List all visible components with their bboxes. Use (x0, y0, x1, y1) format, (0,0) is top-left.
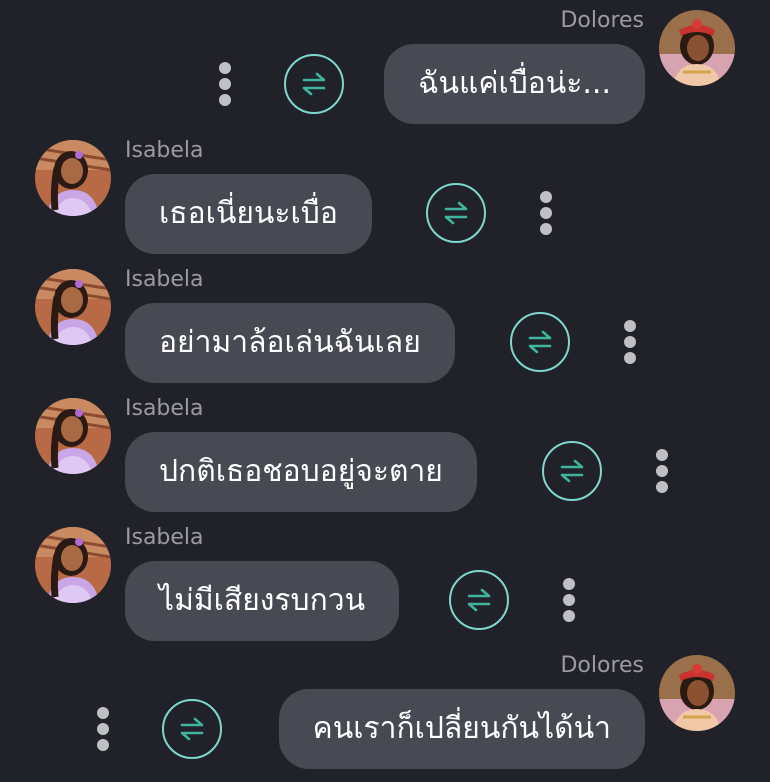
isabela-avatar-icon[interactable] (35, 269, 111, 345)
message-bubble[interactable]: ปกติเธอชอบอยู่จะตาย (125, 432, 477, 512)
sender-name: Isabela (125, 525, 204, 550)
message-bubble[interactable]: คนเราก็เปลี่ยนกันได้น่า (278, 689, 645, 769)
isabela-avatar-icon[interactable] (35, 140, 111, 216)
message-bubble[interactable]: ฉันแค่เบื่อน่ะ... (384, 44, 645, 124)
chat-message: Isabela ปกติเธอชอบอยู่จะตาย (0, 396, 770, 516)
sender-name: Dolores (560, 8, 644, 33)
chat-message: Isabela ไม่มีเสียงรบกวน (0, 525, 770, 645)
chat-message: Isabela อย่ามาล้อเล่นฉันเลย (0, 267, 770, 387)
dolores-avatar-icon[interactable] (659, 655, 735, 731)
sender-name: Isabela (125, 267, 204, 292)
more-vertical-icon[interactable] (539, 191, 553, 235)
swap-arrows-icon[interactable] (284, 54, 344, 114)
more-vertical-icon[interactable] (562, 578, 576, 622)
sender-name: Isabela (125, 138, 204, 163)
more-vertical-icon[interactable] (655, 449, 669, 493)
message-bubble[interactable]: ไม่มีเสียงรบกวน (125, 561, 400, 641)
swap-arrows-icon[interactable] (162, 699, 222, 759)
chat-message: Isabela เธอเนี่ยนะเบื่อ (0, 138, 770, 258)
message-bubble[interactable]: อย่ามาล้อเล่นฉันเลย (125, 303, 455, 383)
swap-arrows-icon[interactable] (542, 441, 602, 501)
chat-message: Dolores คนเราก็เปลี่ยนกันได้น่า (0, 645, 770, 782)
swap-arrows-icon[interactable] (510, 312, 570, 372)
message-bubble[interactable]: เธอเนี่ยนะเบื่อ (125, 174, 372, 254)
isabela-avatar-icon[interactable] (35, 398, 111, 474)
isabela-avatar-icon[interactable] (35, 527, 111, 603)
swap-arrows-icon[interactable] (426, 183, 486, 243)
dolores-avatar-icon[interactable] (659, 10, 735, 86)
more-vertical-icon[interactable] (623, 320, 637, 364)
swap-arrows-icon[interactable] (449, 570, 509, 630)
sender-name: Dolores (560, 653, 644, 678)
chat-message: Dolores ฉันแค่เบื่อน่ะ... (0, 0, 770, 130)
more-vertical-icon[interactable] (96, 707, 110, 751)
more-vertical-icon[interactable] (218, 62, 232, 106)
sender-name: Isabela (125, 396, 204, 421)
